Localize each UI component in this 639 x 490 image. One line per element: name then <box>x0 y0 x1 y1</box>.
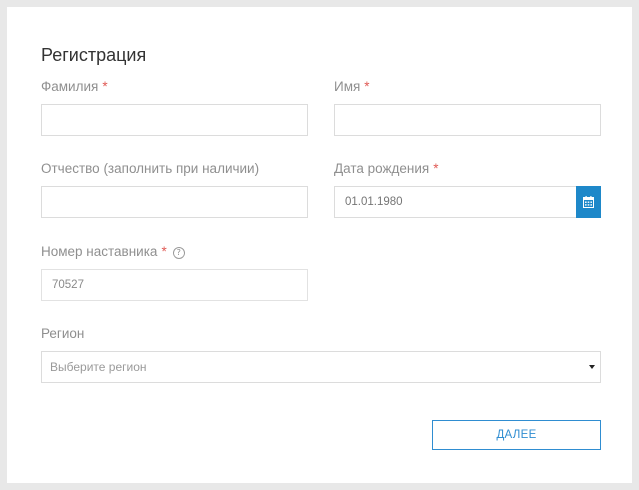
region-select[interactable]: Выберите регион <box>41 351 601 383</box>
required-mark: * <box>161 244 167 259</box>
middle-name-input[interactable] <box>41 186 308 218</box>
mentor-number-label: Номер наставника *? <box>41 244 185 259</box>
middle-name-label: Отчество (заполнить при наличии) <box>41 161 259 176</box>
region-select-placeholder: Выберите регион <box>50 360 147 374</box>
last-name-input[interactable] <box>41 104 308 136</box>
mentor-number-label-text: Номер наставника <box>41 244 158 259</box>
calendar-icon <box>583 196 594 208</box>
last-name-label: Фамилия * <box>41 79 108 94</box>
birth-date-label-text: Дата рождения <box>334 161 430 176</box>
region-label-text: Регион <box>41 326 85 341</box>
required-mark: * <box>433 161 439 176</box>
first-name-label-text: Имя <box>334 79 361 94</box>
page-title: Регистрация <box>41 45 147 65</box>
question-circle-icon[interactable]: ? <box>172 247 185 259</box>
middle-name-label-text: Отчество (заполнить при наличии) <box>41 161 260 176</box>
next-button[interactable]: ДАЛЕЕ <box>432 420 601 450</box>
calendar-button[interactable] <box>576 186 601 218</box>
registration-card: Регистрация Фамилия * Имя * Отчество (запо… <box>7 7 632 483</box>
required-mark: * <box>102 79 108 94</box>
caret-down-icon <box>589 365 595 369</box>
first-name-input[interactable] <box>334 104 601 136</box>
required-mark: * <box>364 79 370 94</box>
first-name-label: Имя * <box>334 79 370 94</box>
birth-date-input[interactable] <box>334 186 577 218</box>
region-label: Регион <box>41 326 84 341</box>
mentor-number-input[interactable] <box>41 269 308 301</box>
birth-date-label: Дата рождения * <box>334 161 439 176</box>
last-name-label-text: Фамилия <box>41 79 99 94</box>
